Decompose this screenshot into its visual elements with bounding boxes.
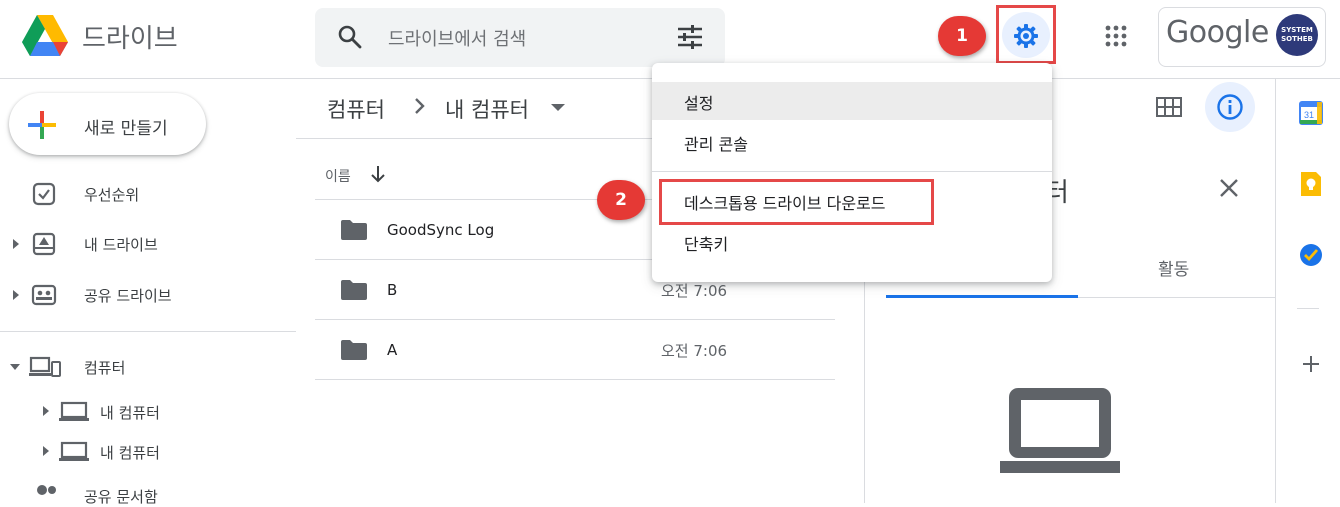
search-input[interactable]: 드라이브에서 검색 <box>388 25 526 51</box>
avatar[interactable]: SYSTEM SOTHEB <box>1276 14 1318 56</box>
menu-item-shortcuts[interactable]: 단축키 <box>684 231 728 255</box>
table-row-time: 오전 7:06 <box>661 342 728 360</box>
tasks-icon[interactable] <box>1298 242 1324 268</box>
chevron-down-icon[interactable] <box>551 104 565 112</box>
breadcrumb-current[interactable]: 내 컴퓨터 <box>445 94 529 124</box>
step-marker-2: 2 <box>597 180 645 220</box>
menu-divider <box>652 171 1052 172</box>
priority-check-icon <box>32 182 56 206</box>
close-icon[interactable] <box>1218 177 1240 199</box>
chevron-right-icon <box>415 98 425 114</box>
sidebar-item-my-computer[interactable]: 내 컴퓨터 <box>100 402 160 423</box>
table-row-name[interactable]: GoodSync Log <box>387 221 494 239</box>
expand-caret-icon[interactable] <box>41 445 51 457</box>
expand-caret-icon[interactable] <box>11 289 21 301</box>
sidebar-item-shared-with-me[interactable]: 공유 문서함 <box>84 486 158 507</box>
folder-icon <box>341 220 367 240</box>
keep-icon[interactable] <box>1298 171 1324 197</box>
apps-grid-icon[interactable] <box>1104 24 1128 48</box>
expand-caret-icon[interactable] <box>41 405 51 417</box>
tab-activity[interactable]: 활동 <box>1158 255 1189 280</box>
sidebar-item-shared-drive[interactable]: 공유 드라이브 <box>84 285 172 306</box>
sidebar-item-my-computer[interactable]: 내 컴퓨터 <box>100 442 160 463</box>
step-marker-1: 1 <box>938 16 986 56</box>
active-tab-indicator <box>886 295 1078 298</box>
table-row-name[interactable]: B <box>387 281 397 299</box>
drive-logo-icon[interactable] <box>22 15 68 57</box>
settings-highlight-box <box>996 5 1056 64</box>
download-highlight-box <box>659 179 934 225</box>
shared-people-icon <box>37 485 56 495</box>
search-options-icon[interactable] <box>676 25 704 49</box>
row-divider <box>315 379 835 380</box>
laptop-icon <box>59 441 89 461</box>
side-panel-rail <box>1275 79 1340 503</box>
folder-icon <box>341 340 367 360</box>
search-icon[interactable] <box>337 24 363 50</box>
table-row-name[interactable]: A <box>387 341 397 359</box>
table-row-time: 오전 7:06 <box>661 282 728 300</box>
laptop-icon <box>59 401 89 421</box>
app-title: 드라이브 <box>82 24 178 54</box>
sort-arrow-down-icon[interactable] <box>369 164 387 184</box>
grid-view-icon[interactable] <box>1155 96 1183 118</box>
avatar-line-2: SOTHEB <box>1281 35 1313 43</box>
rail-divider <box>1297 308 1319 309</box>
avatar-line-1: SYSTEM <box>1281 26 1313 34</box>
sidebar-divider <box>0 331 296 332</box>
row-divider <box>315 319 835 320</box>
my-drive-icon <box>32 232 56 256</box>
breadcrumb-root[interactable]: 컴퓨터 <box>327 94 385 124</box>
svg-text:31: 31 <box>1304 110 1314 120</box>
info-icon[interactable] <box>1216 93 1244 121</box>
new-button-label: 새로 만들기 <box>84 119 168 139</box>
folder-icon <box>341 280 367 300</box>
column-header-name[interactable]: 이름 <box>325 166 351 186</box>
menu-item-admin-console[interactable]: 관리 콘솔 <box>684 131 748 155</box>
google-logo-text: Google <box>1166 15 1269 50</box>
collapse-caret-icon[interactable] <box>9 362 21 372</box>
menu-item-settings[interactable]: 설정 <box>684 90 713 114</box>
expand-caret-icon[interactable] <box>11 238 21 250</box>
plus-icon <box>28 111 56 139</box>
shared-drive-icon <box>31 284 57 306</box>
sidebar-item-my-drive[interactable]: 내 드라이브 <box>84 234 158 255</box>
sidebar-item-priority[interactable]: 우선순위 <box>84 184 139 205</box>
computers-icon <box>29 356 61 377</box>
laptop-icon <box>1000 388 1120 473</box>
sidebar-item-computers[interactable]: 컴퓨터 <box>84 357 125 378</box>
add-addon-icon[interactable] <box>1300 353 1322 375</box>
calendar-icon[interactable]: 31 <box>1298 100 1324 126</box>
